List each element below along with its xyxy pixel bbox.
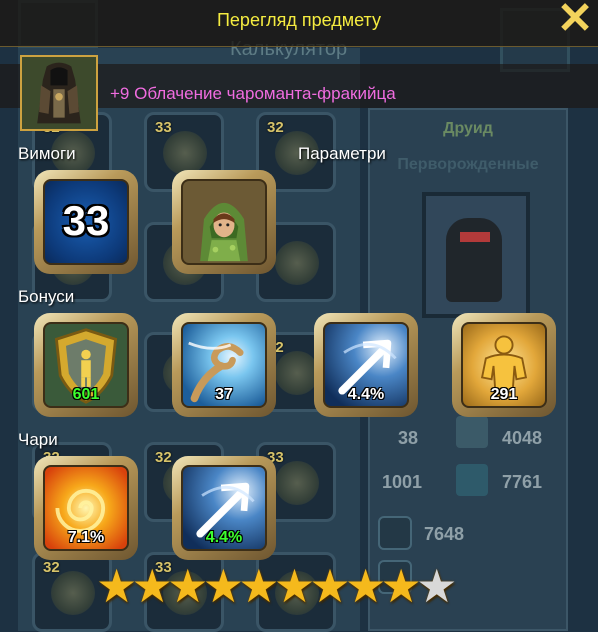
druid-portrait-icon	[181, 179, 267, 265]
close-icon[interactable]: ✕	[552, 0, 598, 42]
stat-value: 38	[398, 428, 419, 448]
stat-value: 1001	[382, 472, 423, 492]
wind-swirl-icon: 37	[181, 322, 267, 408]
dialog-title-bar: Перегляд предмету ✕	[0, 0, 598, 47]
fire-swirl-icon: 7.1%	[43, 465, 129, 551]
stat-body-icon	[456, 416, 488, 448]
stat-health-icon	[378, 516, 412, 550]
bonus-wind-slot[interactable]: 37	[172, 313, 276, 417]
enchant-fire-slot[interactable]: 7.1%	[34, 456, 138, 560]
stat-value: 4048	[502, 428, 543, 448]
bonus-armor-slot[interactable]: 601	[34, 313, 138, 417]
item-art	[275, 241, 319, 285]
requirements-label: Вимоги	[18, 144, 76, 163]
dialog-title: Перегляд предмету	[216, 10, 381, 30]
character-race: Перворожденные	[397, 156, 539, 173]
item-art	[275, 351, 319, 395]
item-art	[275, 461, 319, 505]
enchant-value: 7.1%	[67, 529, 105, 546]
slot-level: 32	[43, 559, 60, 576]
bonus-value: 37	[215, 386, 233, 403]
level-icon: 33	[43, 179, 129, 265]
armor-shield-icon: 601	[43, 322, 129, 408]
blue-arrow-icon: 4.4%	[323, 322, 409, 408]
enchants-label: Чари	[18, 430, 58, 449]
character-portrait	[422, 192, 530, 318]
bonuses-label: Бонуси	[18, 287, 75, 306]
item-art	[163, 131, 207, 175]
star-empty-icon: ★	[416, 560, 458, 612]
parameters-label: Параметри	[298, 144, 386, 163]
item-art	[51, 571, 95, 615]
stat-swirl-icon	[456, 464, 488, 496]
bonus-haste-slot[interactable]: 4.4%	[314, 313, 418, 417]
stat-value: 7648	[424, 524, 465, 544]
druid-robe-icon	[22, 57, 96, 129]
required-level: 33	[62, 197, 110, 244]
slot-level: 33	[155, 119, 172, 136]
bonus-value: 601	[72, 386, 100, 403]
enchant-haste-slot[interactable]: 4.4%	[172, 456, 276, 560]
bonus-value: 291	[490, 386, 518, 403]
golden-body-icon: 291	[461, 322, 547, 408]
requirement-class-slot[interactable]	[172, 170, 276, 274]
requirement-level-slot[interactable]: 33	[34, 170, 138, 274]
enchant-value: 4.4%	[205, 529, 243, 546]
portrait-figure	[446, 218, 502, 302]
blue-arrow-icon: 4.4%	[181, 465, 267, 551]
character-class: Друид	[443, 120, 493, 137]
slot-level: 32	[155, 449, 172, 466]
item-name: +9 Облачение чароманта-фракийца	[110, 84, 396, 103]
star-rating: ★★★★★★★★★★	[96, 563, 457, 609]
item-icon	[20, 55, 98, 131]
slot-level: 32	[267, 119, 284, 136]
stat-value: 7761	[502, 472, 543, 492]
portrait-mask	[460, 232, 490, 242]
bonus-value: 4.4%	[347, 386, 385, 403]
bonus-stamina-slot[interactable]: 291	[452, 313, 556, 417]
